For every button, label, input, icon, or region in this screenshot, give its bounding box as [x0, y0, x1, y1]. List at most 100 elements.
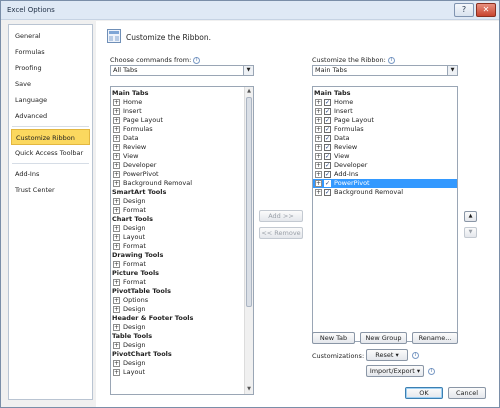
expand-icon[interactable]: + — [113, 243, 120, 250]
add-button[interactable]: Add >> — [259, 210, 303, 222]
checkbox[interactable]: ✓ — [324, 171, 331, 178]
expand-icon[interactable]: + — [113, 180, 120, 187]
customize-ribbon-dropdown[interactable]: Main Tabs ▼ — [312, 65, 458, 76]
checkbox[interactable]: ✓ — [324, 153, 331, 160]
expand-icon[interactable]: + — [315, 117, 322, 124]
list-item[interactable]: + Format — [111, 260, 244, 269]
list-group-header[interactable]: Drawing Tools — [111, 251, 244, 260]
nav-item-language[interactable]: Language — [11, 92, 90, 108]
list-item[interactable]: + Home — [111, 98, 244, 107]
expand-icon[interactable]: + — [113, 171, 120, 178]
list-group-header[interactable]: Main Tabs — [111, 89, 244, 98]
scroll-up-icon[interactable]: ▲ — [245, 87, 253, 96]
close-button[interactable]: ✕ — [476, 3, 496, 17]
expand-icon[interactable]: + — [113, 297, 120, 304]
tree-item[interactable]: + ✓ Background Removal — [313, 188, 457, 197]
ok-button[interactable]: OK — [405, 387, 443, 399]
checkbox[interactable]: ✓ — [324, 117, 331, 124]
expand-icon[interactable]: + — [113, 153, 120, 160]
expand-icon[interactable]: + — [113, 279, 120, 286]
tree-item[interactable]: + ✓ View — [313, 152, 457, 161]
list-item[interactable]: + Background Removal — [111, 179, 244, 188]
expand-icon[interactable]: + — [113, 360, 120, 367]
scroll-down-icon[interactable]: ▼ — [245, 385, 253, 394]
list-group-header[interactable]: Picture Tools — [111, 269, 244, 278]
expand-icon[interactable]: + — [315, 108, 322, 115]
expand-icon[interactable]: + — [113, 126, 120, 133]
list-group-header[interactable]: Header & Footer Tools — [111, 314, 244, 323]
move-down-button[interactable]: ▼ — [464, 227, 477, 238]
expand-icon[interactable]: + — [315, 153, 322, 160]
cancel-button[interactable]: Cancel — [448, 387, 486, 399]
list-group-header[interactable]: PivotChart Tools — [111, 350, 244, 359]
expand-icon[interactable]: + — [113, 225, 120, 232]
tree-item[interactable]: + ✓ PowerPivot — [313, 179, 457, 188]
nav-item-customize-ribbon[interactable]: Customize Ribbon — [11, 129, 90, 145]
list-item[interactable]: + Design — [111, 305, 244, 314]
nav-item-general[interactable]: General — [11, 28, 90, 44]
choose-commands-dropdown[interactable]: All Tabs ▼ — [110, 65, 254, 76]
tree-item[interactable]: + ✓ Formulas — [313, 125, 457, 134]
list-item[interactable]: + Design — [111, 341, 244, 350]
list-item[interactable]: + Design — [111, 224, 244, 233]
list-item[interactable]: + Design — [111, 359, 244, 368]
rename-button[interactable]: Rename... — [412, 332, 458, 344]
list-group-header[interactable]: PivotTable Tools — [111, 287, 244, 296]
expand-icon[interactable]: + — [315, 180, 322, 187]
checkbox[interactable]: ✓ — [324, 135, 331, 142]
remove-button[interactable]: << Remove — [259, 227, 303, 239]
list-item[interactable]: + Format — [111, 206, 244, 215]
list-item[interactable]: + Design — [111, 323, 244, 332]
list-item[interactable]: + Layout — [111, 368, 244, 377]
commands-list-scrollbar[interactable]: ▲ ▼ — [244, 87, 253, 394]
expand-icon[interactable]: + — [113, 342, 120, 349]
expand-icon[interactable]: + — [113, 306, 120, 313]
list-item[interactable]: + Page Layout — [111, 116, 244, 125]
checkbox[interactable]: ✓ — [324, 189, 331, 196]
expand-icon[interactable]: + — [113, 144, 120, 151]
nav-item-trust-center[interactable]: Trust Center — [11, 182, 90, 198]
move-up-button[interactable]: ▲ — [464, 211, 477, 222]
expand-icon[interactable]: + — [113, 99, 120, 106]
list-item[interactable]: + Formulas — [111, 125, 244, 134]
list-item[interactable]: + Format — [111, 278, 244, 287]
list-group-header[interactable]: SmartArt Tools — [111, 188, 244, 197]
list-group-header[interactable]: Table Tools — [111, 332, 244, 341]
expand-icon[interactable]: + — [113, 261, 120, 268]
list-item[interactable]: + Data — [111, 134, 244, 143]
help-button[interactable]: ? — [454, 3, 474, 17]
checkbox[interactable]: ✓ — [324, 108, 331, 115]
expand-icon[interactable]: + — [315, 126, 322, 133]
list-item[interactable]: + Format — [111, 242, 244, 251]
tree-item[interactable]: + ✓ Data — [313, 134, 457, 143]
tree-item[interactable]: + ✓ Page Layout — [313, 116, 457, 125]
expand-icon[interactable]: + — [315, 189, 322, 196]
expand-icon[interactable]: + — [315, 144, 322, 151]
expand-icon[interactable]: + — [113, 207, 120, 214]
checkbox[interactable]: ✓ — [324, 99, 331, 106]
nav-item-proofing[interactable]: Proofing — [11, 60, 90, 76]
import-export-button[interactable]: Import/Export ▾ — [366, 365, 424, 377]
list-item[interactable]: + Developer — [111, 161, 244, 170]
expand-icon[interactable]: + — [113, 324, 120, 331]
list-item[interactable]: + Review — [111, 143, 244, 152]
ribbon-tabs-tree[interactable]: Main Tabs + ✓ Home + ✓ Insert + ✓ Page Layout + ✓ F… — [312, 86, 458, 342]
tree-item[interactable]: + ✓ Review — [313, 143, 457, 152]
expand-icon[interactable]: + — [113, 108, 120, 115]
reset-button[interactable]: Reset ▾ — [366, 349, 408, 361]
checkbox[interactable]: ✓ — [324, 144, 331, 151]
list-item[interactable]: + Insert — [111, 107, 244, 116]
expand-icon[interactable]: + — [113, 117, 120, 124]
nav-item-add-ins[interactable]: Add-Ins — [11, 166, 90, 182]
checkbox[interactable]: ✓ — [324, 180, 331, 187]
tree-item[interactable]: + ✓ Add-Ins — [313, 170, 457, 179]
tree-item[interactable]: + ✓ Insert — [313, 107, 457, 116]
checkbox[interactable]: ✓ — [324, 126, 331, 133]
list-item[interactable]: + Layout — [111, 233, 244, 242]
nav-item-formulas[interactable]: Formulas — [11, 44, 90, 60]
expand-icon[interactable]: + — [315, 171, 322, 178]
checkbox[interactable]: ✓ — [324, 162, 331, 169]
tree-item[interactable]: + ✓ Developer — [313, 161, 457, 170]
list-group-header[interactable]: Chart Tools — [111, 215, 244, 224]
list-item[interactable]: + View — [111, 152, 244, 161]
